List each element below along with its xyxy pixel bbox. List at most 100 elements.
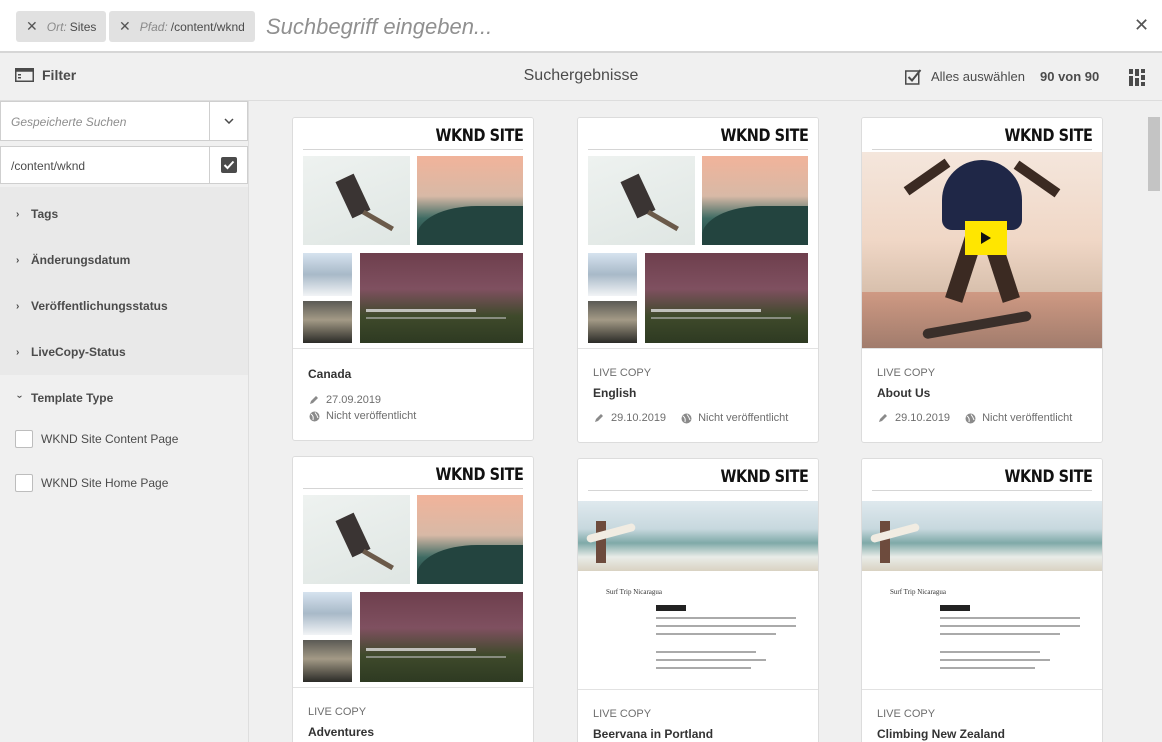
brand-logo: WKND SITE — [435, 465, 523, 485]
remove-chip-icon[interactable]: ✕ — [119, 18, 131, 35]
card-title: Canada — [308, 367, 352, 381]
card-meta: LIVE COPY Adventures — [293, 687, 533, 742]
card-status: Nicht veröffentlicht — [982, 412, 1073, 424]
chip-key: Pfad: — [139, 19, 168, 34]
checkbox-label: WKND Site Content Page — [41, 432, 179, 446]
card-meta: LIVE COPY English 29.10.2019 Nicht veröf… — [578, 348, 818, 442]
play-button[interactable] — [965, 221, 1007, 255]
card-title: Beervana in Portland — [593, 727, 714, 741]
card-info: 29.10.2019 Nicht veröffentlicht — [877, 412, 1072, 424]
card-meta: LIVE COPY About Us 29.10.2019 Nicht verö… — [862, 348, 1102, 442]
globe-icon — [964, 413, 976, 424]
brand-logo: WKND SITE — [720, 126, 808, 146]
scrollbar-track[interactable] — [1146, 101, 1162, 742]
chip-value: Sites — [69, 19, 97, 34]
template-option-content-page[interactable]: WKND Site Content Page — [15, 430, 178, 448]
globe-icon — [680, 413, 692, 424]
results-grid: WKND SITE Canada 27.09.2019 Nicht veröff… — [250, 101, 1162, 742]
card-title: English — [593, 386, 637, 400]
filter-label: Filter — [42, 67, 77, 83]
card-meta: LIVE COPY Beervana in Portland — [578, 689, 818, 742]
card-title: Climbing New Zealand — [877, 727, 1006, 741]
result-card[interactable]: WKND SITE Canada 27.09.2019 Nicht veröff… — [292, 117, 534, 441]
close-search-icon[interactable]: ✕ — [1134, 15, 1149, 36]
chevron-right-icon: › — [16, 346, 20, 358]
filter-toggle-button[interactable]: Filter — [15, 67, 76, 83]
select-all-button[interactable]: Alles auswählen — [905, 68, 1025, 85]
card-meta: LIVE COPY Climbing New Zealand — [862, 689, 1102, 742]
card-type: LIVE COPY — [308, 706, 367, 718]
filter-rail: Gespeicherte Suchen /content/wknd › Tags… — [0, 101, 249, 742]
facet-livecopy-status[interactable]: › LiveCopy-Status — [16, 345, 126, 359]
result-card[interactable]: WKND SITE Surf Trip Nicaragua LIVE COPY … — [861, 458, 1103, 742]
facet-label: Änderungsdatum — [31, 253, 131, 267]
chip-key: Ort: — [46, 19, 67, 34]
rail-icon — [15, 68, 34, 82]
facet-template-type[interactable]: › Template Type — [14, 391, 114, 405]
card-thumbnail: WKND SITE — [578, 118, 818, 348]
card-type: LIVE COPY — [593, 367, 652, 379]
card-thumbnail: WKND SITE — [862, 118, 1102, 348]
result-card[interactable]: WKND SITE LIVE COPY English 29.10.2019 N… — [577, 117, 819, 443]
result-count: 90 von 90 — [1040, 69, 1100, 84]
chip-value: /content/wknd — [170, 19, 245, 34]
checkbox-label: WKND Site Home Page — [41, 476, 169, 490]
card-title: About Us — [877, 386, 931, 400]
view-switcher-icon[interactable] — [1129, 69, 1145, 91]
path-field[interactable]: /content/wknd — [0, 146, 248, 184]
remove-chip-icon[interactable]: ✕ — [26, 18, 38, 35]
facet-modified-date[interactable]: › Änderungsdatum — [16, 253, 130, 267]
brand-logo: WKND SITE — [1004, 126, 1092, 146]
chevron-right-icon: › — [16, 208, 20, 220]
card-title: Adventures — [308, 725, 375, 739]
saved-searches-select[interactable]: Gespeicherte Suchen — [0, 101, 248, 141]
card-type: LIVE COPY — [877, 708, 936, 720]
facet-publication-status[interactable]: › Veröffentlichungsstatus — [16, 299, 168, 313]
card-date: 27.09.2019 — [326, 394, 382, 406]
brand-logo: WKND SITE — [1004, 467, 1092, 487]
pencil-icon — [877, 413, 889, 423]
saved-searches-placeholder: Gespeicherte Suchen — [11, 115, 127, 129]
path-picker-checkbox-icon[interactable] — [209, 147, 247, 183]
card-status: Nicht veröffentlicht — [326, 410, 417, 422]
card-meta: Canada 27.09.2019 Nicht veröffentlicht — [293, 348, 533, 440]
card-publication: Nicht veröffentlicht — [308, 410, 416, 422]
article-heading: Surf Trip Nicaragua — [890, 588, 946, 596]
checkbox[interactable] — [15, 474, 33, 492]
facet-label: Veröffentlichungsstatus — [31, 299, 168, 313]
result-card[interactable]: WKND SITE LIVE COPY Adventures — [292, 456, 534, 742]
card-date: 29.10.2019 — [611, 412, 667, 424]
select-all-icon — [905, 69, 922, 85]
result-card[interactable]: WKND SITE Surf Trip Nicaragua LIVE COPY … — [577, 458, 819, 742]
checkbox[interactable] — [15, 430, 33, 448]
card-type: LIVE COPY — [593, 708, 652, 720]
facet-tags[interactable]: › Tags — [16, 207, 58, 221]
card-thumbnail: WKND SITE Surf Trip Nicaragua — [578, 459, 818, 689]
select-all-label: Alles auswählen — [931, 69, 1025, 84]
chevron-right-icon: › — [16, 300, 20, 312]
card-type: LIVE COPY — [877, 367, 936, 379]
facet-label: Template Type — [31, 391, 114, 405]
action-bar: Filter Suchergebnisse Alles auswählen 90… — [0, 53, 1162, 101]
facet-label: LiveCopy-Status — [31, 345, 126, 359]
pencil-icon — [308, 395, 320, 405]
search-chip-location[interactable]: ✕ Ort: Sites — [16, 11, 107, 42]
card-thumbnail: WKND SITE Surf Trip Nicaragua — [862, 459, 1102, 689]
search-input[interactable] — [266, 10, 1106, 44]
result-card[interactable]: WKND SITE LIVE COPY About Us 29.10.2019 — [861, 117, 1103, 443]
brand-logo: WKND SITE — [720, 467, 808, 487]
globe-icon — [308, 411, 320, 422]
card-thumbnail: WKND SITE — [293, 118, 533, 348]
brand-logo: WKND SITE — [435, 126, 523, 146]
chevron-down-icon[interactable] — [209, 102, 247, 140]
article-heading: Surf Trip Nicaragua — [606, 588, 662, 596]
scrollbar-thumb[interactable] — [1148, 117, 1160, 191]
path-value: /content/wknd — [11, 159, 86, 173]
card-date: 29.10.2019 — [895, 412, 951, 424]
template-option-home-page[interactable]: WKND Site Home Page — [15, 474, 168, 492]
card-info: 29.10.2019 Nicht veröffentlicht — [593, 412, 788, 424]
card-modified: 27.09.2019 — [308, 394, 381, 406]
search-bar: ✕ Ort: Sites ✕ Pfad: /content/wknd ✕ — [0, 0, 1162, 53]
play-icon — [981, 232, 991, 244]
search-chip-path[interactable]: ✕ Pfad: /content/wknd — [109, 11, 255, 42]
